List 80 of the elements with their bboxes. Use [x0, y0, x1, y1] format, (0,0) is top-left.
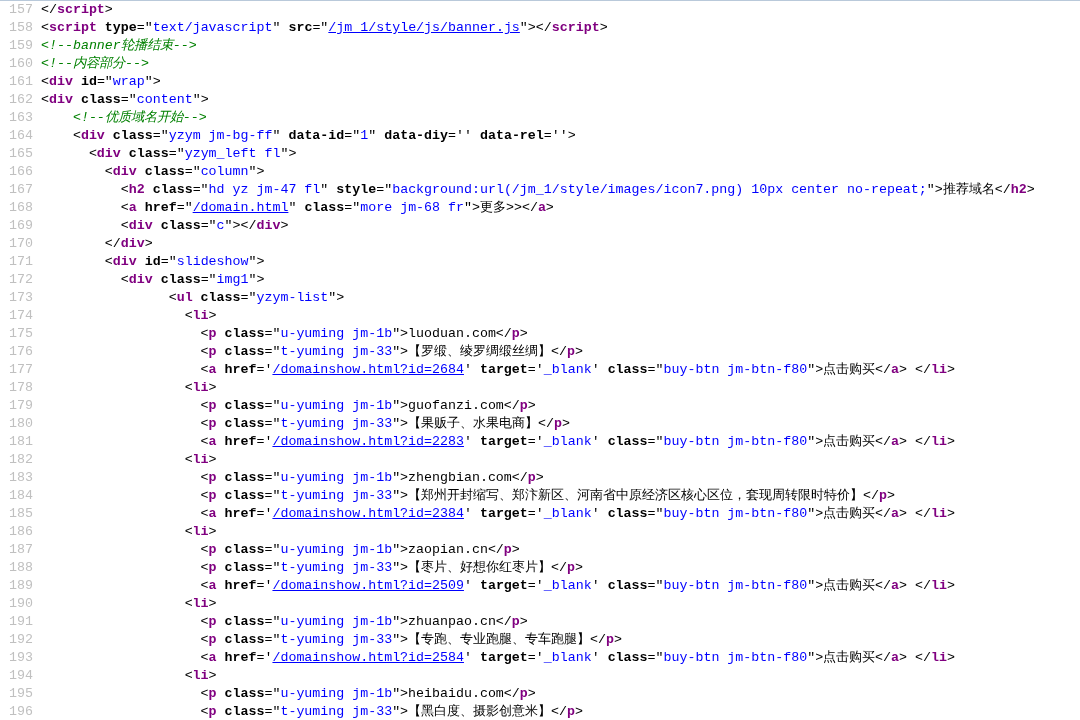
code-line: <p class="u-yuming jm-1b">zhengbian.com</p> [199, 469, 544, 487]
line-number: 179 [8, 397, 33, 415]
code-line: <a href='/domainshow.html?id=2584' target='_blank' class="buy-btn jm-btn-f80">点击购买</a> </li> [199, 649, 955, 667]
code-line: <p class="u-yuming jm-1b">luoduan.com</p> [199, 325, 528, 343]
line-number: 164 [8, 127, 33, 145]
code-line: <a href="/domain.html" class="more jm-68 fr">更多>></a> [119, 199, 554, 217]
code-line: <li> [183, 379, 217, 397]
line-number: 192 [8, 631, 33, 649]
line-number: 158 [8, 19, 33, 37]
line-number: 183 [8, 469, 33, 487]
code-line: <a href='/domainshow.html?id=2684' target='_blank' class="buy-btn jm-btn-f80">点击购买</a> </li> [199, 361, 955, 379]
code-line: <a href='/domainshow.html?id=2384' target='_blank' class="buy-btn jm-btn-f80">点击购买</a> </li> [199, 505, 955, 523]
line-number: 191 [8, 613, 33, 631]
line-number: 190 [8, 595, 33, 613]
code-line: <li> [183, 523, 217, 541]
code-line: <li> [183, 307, 217, 325]
code-line: <div class="yzym jm-bg-ff" data-id="1" data-diy='' data-rel=''> [71, 127, 576, 145]
line-number: 180 [8, 415, 33, 433]
line-number: 166 [8, 163, 33, 181]
code-line: <li> [183, 595, 217, 613]
line-number: 168 [8, 199, 33, 217]
code-line: <a href='/domainshow.html?id=2283' target='_blank' class="buy-btn jm-btn-f80">点击购买</a> </li> [199, 433, 955, 451]
line-number: 171 [8, 253, 33, 271]
line-number: 195 [8, 685, 33, 703]
code-line: <script type="text/javascript" src="/jm_1/style/js/banner.js"></script> [41, 19, 608, 37]
code-line: <p class="u-yuming jm-1b">guofanzi.com</p> [199, 397, 536, 415]
code-line: <a href='/domainshow.html?id=2509' target='_blank' class="buy-btn jm-btn-f80">点击购买</a> </li> [199, 577, 955, 595]
code-line: <p class="u-yuming jm-1b">zhuanpao.cn</p> [199, 613, 528, 631]
code-line: <p class="u-yuming jm-1b">zaopian.cn</p> [199, 541, 520, 559]
line-number: 173 [8, 289, 33, 307]
code-line: <p class="u-yuming jm-1b">heibaidu.com</p> [199, 685, 536, 703]
code-line: <div id="slideshow"> [103, 253, 265, 271]
line-number: 160 [8, 55, 33, 73]
code-line: <p class="t-yuming jm-33">【郑州开封缩写、郑汴新区、河南省中原经济区核心区位，套现周转限时特价】</p> [199, 487, 896, 505]
line-number: 181 [8, 433, 33, 451]
line-number: 186 [8, 523, 33, 541]
line-number: 167 [8, 181, 33, 199]
line-number: 188 [8, 559, 33, 577]
code-line: <div class="img1"> [119, 271, 265, 289]
line-number: 170 [8, 235, 33, 253]
code-line: <p class="t-yuming jm-33">【黑白度、摄影创意米】</p> [199, 703, 584, 720]
line-number: 174 [8, 307, 33, 325]
line-number: 165 [8, 145, 33, 163]
line-number: 159 [8, 37, 33, 55]
line-number: 175 [8, 325, 33, 343]
line-number: 194 [8, 667, 33, 685]
line-number: 196 [8, 703, 33, 720]
code-line: <!--内容部分--> [41, 55, 149, 73]
line-number: 172 [8, 271, 33, 289]
line-number: 162 [8, 91, 33, 109]
line-number: 182 [8, 451, 33, 469]
line-number: 185 [8, 505, 33, 523]
code-line: <div class="column"> [103, 163, 265, 181]
line-number: 184 [8, 487, 33, 505]
code-line: <li> [183, 451, 217, 469]
code-line: <div id="wrap"> [41, 73, 161, 91]
code-line: <div class="c"></div> [119, 217, 289, 235]
line-number: 178 [8, 379, 33, 397]
code-line: <p class="t-yuming jm-33">【枣片、好想你红枣片】</p> [199, 559, 584, 577]
line-number: 169 [8, 217, 33, 235]
code-line: <li> [183, 667, 217, 685]
line-number: 176 [8, 343, 33, 361]
code-line: </div> [103, 235, 153, 253]
code-line: <!--banner轮播结束--> [41, 37, 197, 55]
line-number: 189 [8, 577, 33, 595]
code-line: <h2 class="hd yz jm-47 fl" style="background:url(/jm_1/style/images/icon7.png) 10px center no-repeat;">推荐域名</h2> [119, 181, 1035, 199]
code-line: <p class="t-yuming jm-33">【果贩子、水果电商】</p> [199, 415, 571, 433]
line-number: 187 [8, 541, 33, 559]
code-line: <p class="t-yuming jm-33">【罗缎、绫罗绸缎丝绸】</p> [199, 343, 584, 361]
code-line: </script> [41, 1, 113, 19]
line-number: 163 [8, 109, 33, 127]
line-number: 177 [8, 361, 33, 379]
code-line: <p class="t-yuming jm-33">【专跑、专业跑腿、专车跑腿】</p> [199, 631, 623, 649]
line-number: 161 [8, 73, 33, 91]
code-line: <div class="yzym_left fl"> [87, 145, 297, 163]
code-line: <div class="content"> [41, 91, 209, 109]
code-line: <!--优质域名开始--> [71, 109, 207, 127]
line-number: 157 [8, 1, 33, 19]
line-number: 193 [8, 649, 33, 667]
code-line: <ul class="yzym-list"> [167, 289, 345, 307]
